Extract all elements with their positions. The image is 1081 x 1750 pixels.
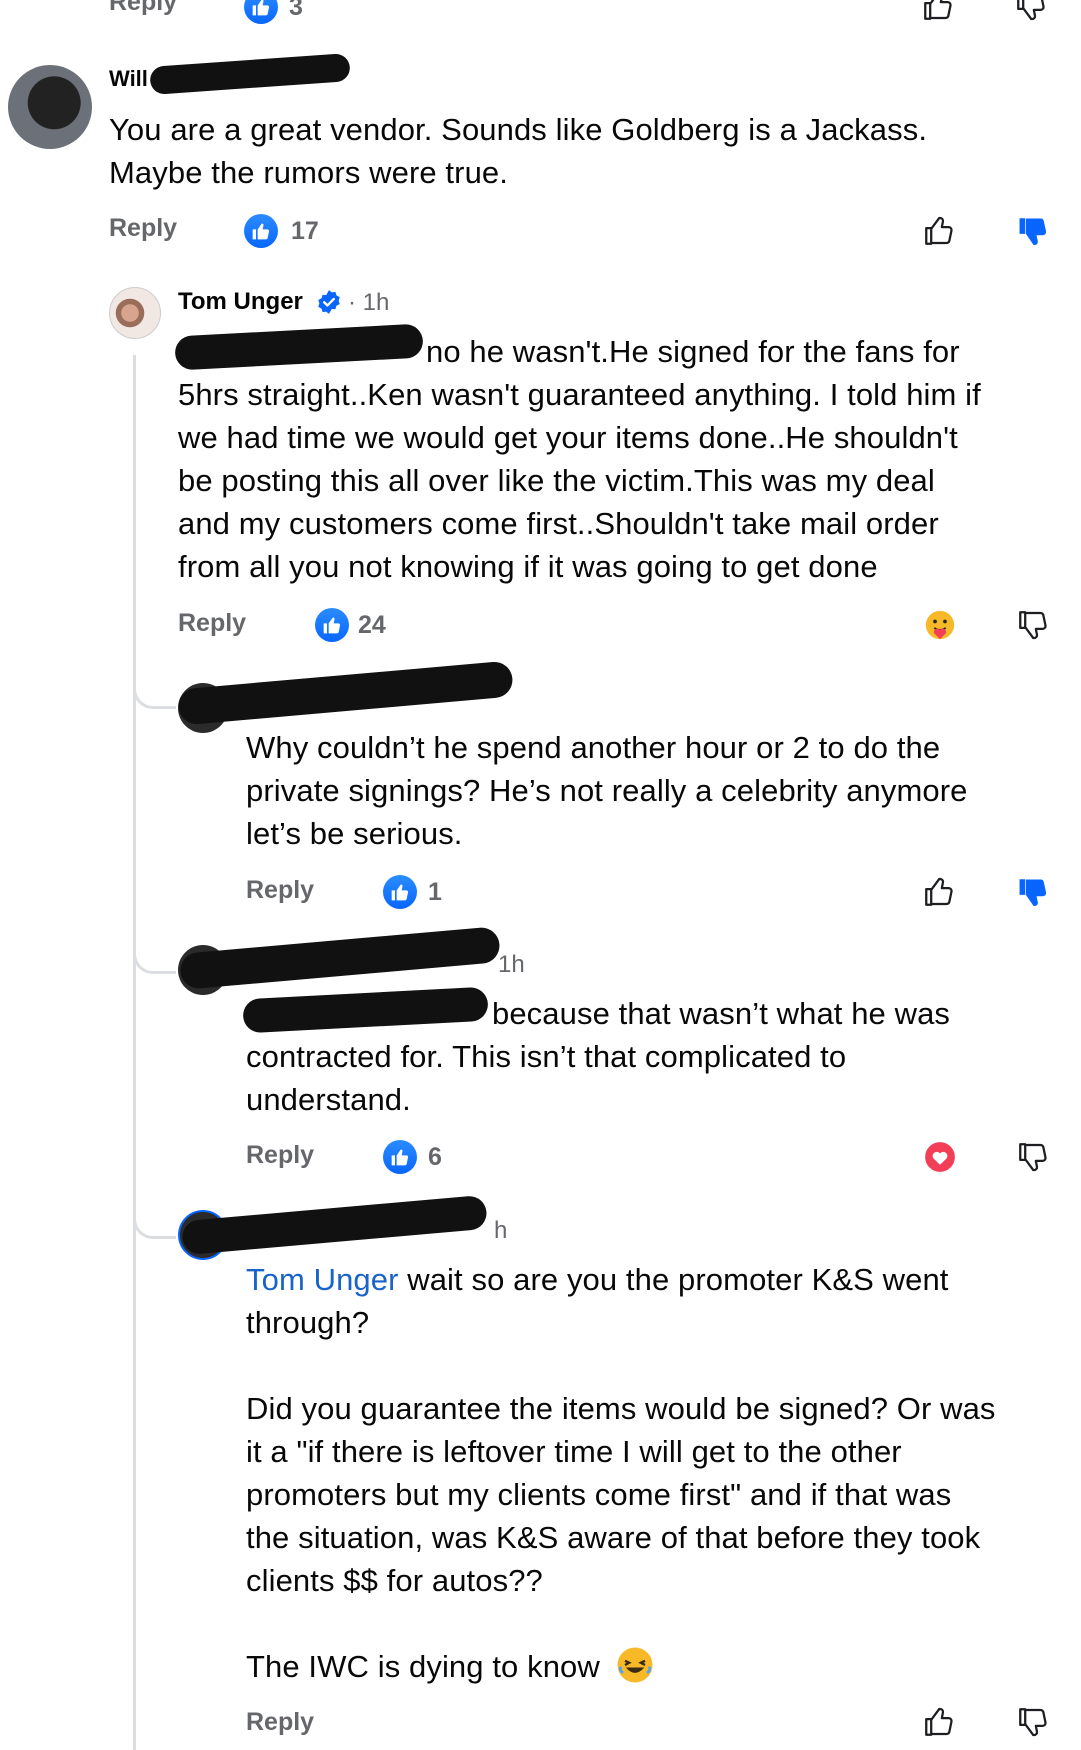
reply-button[interactable]: Reply xyxy=(246,876,314,905)
dislike-button-active[interactable] xyxy=(1014,212,1052,250)
like-count: 6 xyxy=(428,1143,442,1171)
thumbs-up-badge-icon xyxy=(252,0,270,16)
dislike-button[interactable] xyxy=(1014,1703,1052,1741)
comment-text: Why couldn’t he spend another hour or 2 … xyxy=(246,730,968,851)
like-button[interactable] xyxy=(920,873,958,911)
thumbs-up-badge-icon xyxy=(391,1149,409,1166)
commenter-avatar[interactable] xyxy=(8,65,92,149)
like-button[interactable] xyxy=(920,1703,958,1741)
like-count-badge xyxy=(244,0,278,24)
love-reaction-button[interactable] xyxy=(921,1138,959,1176)
thumbs-down-filled-icon xyxy=(1019,218,1047,246)
comment-text: You are a great vendor. Sounds like Gold… xyxy=(109,112,928,190)
like-count: 17 xyxy=(291,217,319,245)
mention-link[interactable]: Tom Unger xyxy=(246,1262,399,1297)
comment-time: 1h xyxy=(498,951,525,978)
redaction-mark xyxy=(149,53,351,95)
thread-connector xyxy=(133,935,176,974)
like-count-badge xyxy=(244,214,278,248)
reply-button[interactable]: Reply xyxy=(109,214,177,243)
author-name[interactable]: Tom Unger xyxy=(178,288,303,316)
like-count-badge xyxy=(383,1140,417,1174)
like-count: 1 xyxy=(428,878,442,906)
love-reaction-icon xyxy=(925,1142,955,1172)
like-count: 3 xyxy=(289,0,303,21)
verified-badge-icon xyxy=(316,289,342,315)
thumbs-up-icon xyxy=(925,216,953,245)
thumbs-down-filled-icon xyxy=(1019,879,1047,907)
thread-connector xyxy=(133,670,176,709)
comment-text: no he wasn't.He signed for the fans for … xyxy=(178,334,981,584)
dislike-button[interactable] xyxy=(1014,1138,1052,1176)
comment-time: · 1h xyxy=(348,289,390,316)
like-button[interactable] xyxy=(920,212,958,250)
like-count-badge xyxy=(315,608,349,642)
author-avatar[interactable] xyxy=(109,287,161,339)
thumbs-down-icon xyxy=(1019,1143,1047,1172)
thumbs-up-badge-icon xyxy=(252,223,270,240)
dislike-button[interactable] xyxy=(1014,606,1052,644)
thread-connector xyxy=(133,1200,176,1239)
like-count-badge xyxy=(383,875,417,909)
commenter-name-partial[interactable]: Will xyxy=(109,66,148,92)
like-button[interactable] xyxy=(920,0,956,24)
comment-text: Tom Unger wait so are you the promoter K… xyxy=(246,1262,996,1684)
care-reaction-icon xyxy=(925,610,955,640)
thumbs-down-icon xyxy=(1019,1708,1047,1737)
thumbs-up-icon xyxy=(925,1707,953,1736)
thumbs-up-icon xyxy=(924,0,952,20)
dislike-button[interactable] xyxy=(1013,0,1049,24)
comment-text: because that wasn’t what he was contract… xyxy=(246,996,951,1117)
reply-button[interactable]: Reply xyxy=(109,0,177,17)
thread-line xyxy=(133,355,136,1750)
laughing-emoji-icon xyxy=(617,1647,653,1683)
comment-time: h xyxy=(494,1217,508,1244)
redaction-mark xyxy=(177,660,514,726)
thumbs-up-badge-icon xyxy=(323,617,341,634)
redaction-mark xyxy=(181,1194,488,1256)
like-count: 24 xyxy=(358,611,386,639)
thumbs-down-icon xyxy=(1019,611,1047,640)
care-reaction-button[interactable] xyxy=(921,606,959,644)
thumbs-down-icon xyxy=(1017,0,1045,21)
reply-button[interactable]: Reply xyxy=(246,1708,314,1737)
dislike-button-active[interactable] xyxy=(1014,873,1052,911)
reply-button[interactable]: Reply xyxy=(246,1141,314,1170)
thumbs-up-badge-icon xyxy=(391,884,409,901)
thumbs-up-icon xyxy=(925,877,953,906)
redaction-mark xyxy=(179,926,501,990)
reply-button[interactable]: Reply xyxy=(178,609,246,638)
